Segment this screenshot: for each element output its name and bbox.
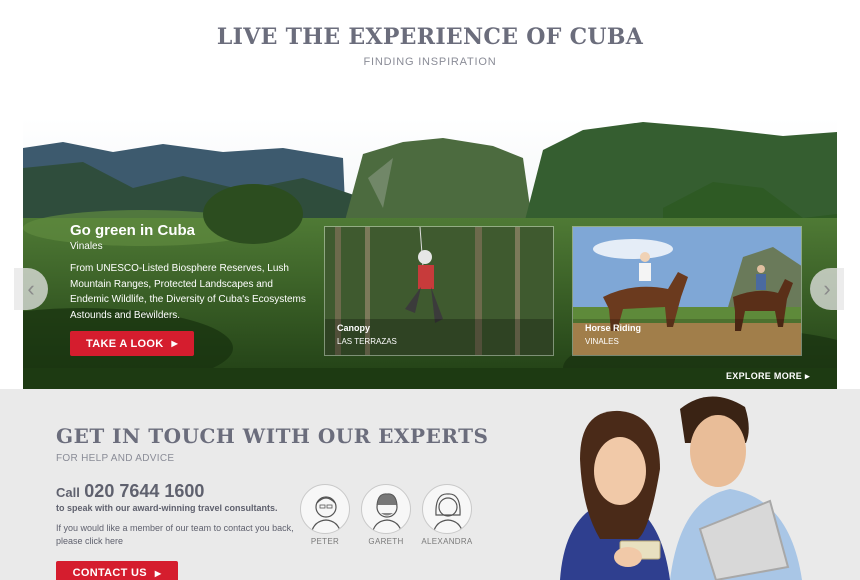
agent-portrait-icon [371, 493, 403, 533]
page-subtitle: FINDING INSPIRATION [363, 56, 497, 68]
caret-right-icon: ▶ [154, 568, 162, 578]
caret-right-icon: ▸ [804, 371, 810, 381]
contact-title: GET IN TOUCH WITH OUR EXPERTS [56, 424, 489, 448]
take-a-look-label: TAKE A LOOK [86, 337, 164, 350]
chevron-left-icon: ‹ [27, 276, 35, 301]
page-title: LIVE THE EXPERIENCE OF CUBA [216, 24, 644, 50]
chevron-right-icon: › [823, 276, 831, 301]
agent-name: GARETH [368, 537, 404, 546]
agent-portrait-icon [310, 496, 342, 533]
tile-horse-riding[interactable]: Horse Riding VINALES [572, 226, 802, 356]
avatar [300, 484, 350, 534]
phone-note: to speak with our award-winning travel c… [56, 503, 278, 513]
feature-description: From UNESCO-Listed Biosphere Reserves, L… [70, 263, 306, 321]
feature-title: Go green in Cuba [70, 222, 196, 239]
call-prefix: Call [56, 485, 80, 500]
agent-alexandra: ALEXANDRA [421, 484, 473, 546]
phone-number[interactable]: 020 7644 1600 [84, 481, 204, 501]
tile-horse-riding-label: Horse Riding [585, 323, 642, 333]
caret-right-icon: ▶ [171, 339, 178, 348]
avatar [361, 484, 411, 534]
agent-portrait-icon [432, 493, 464, 533]
explore-more-link[interactable]: EXPLORE MORE ▸ [726, 371, 810, 382]
feature-location: Vinales [70, 241, 103, 252]
contact-us-button[interactable]: CONTACT US ▶ [56, 561, 178, 580]
carousel-next-button[interactable]: › [810, 268, 844, 310]
couple-photo [520, 389, 860, 580]
couple-with-tablet-image [520, 389, 860, 580]
tile-canopy-location: LAS TERRAZAS [337, 337, 397, 346]
tile-canopy[interactable]: Canopy LAS TERRAZAS [324, 226, 554, 356]
contact-subtitle: FOR HELP AND ADVICE [56, 453, 175, 464]
feature-panel: Go green in Cuba Vinales From UNESCO-Lis… [70, 222, 310, 323]
take-a-look-button[interactable]: TAKE A LOOK ▶ [70, 331, 194, 356]
agent-peter: PETER [299, 484, 351, 546]
tile-horse-riding-location: VINALES [585, 337, 619, 346]
call-line: Call 020 7644 1600 [56, 481, 204, 502]
agent-name: ALEXANDRA [421, 537, 473, 546]
contact-us-label: CONTACT US [72, 567, 147, 579]
avatar [422, 484, 472, 534]
agent-name: PETER [310, 537, 340, 546]
page-header: LIVE THE EXPERIENCE OF CUBA FINDING INSP… [0, 0, 860, 120]
tile-canopy-label: Canopy [337, 323, 371, 333]
callback-link[interactable]: If you would like a member of our team t… [56, 522, 296, 548]
agent-gareth: GARETH [360, 484, 412, 546]
explore-more-label: EXPLORE MORE [726, 371, 803, 381]
